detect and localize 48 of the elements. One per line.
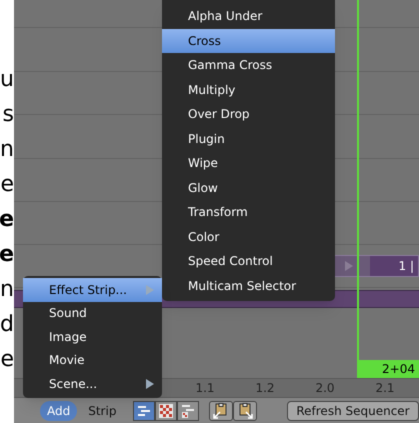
cut-off-letter: d [0, 311, 14, 339]
view-mode-button[interactable] [133, 400, 156, 420]
view-mode-button[interactable] [177, 400, 200, 420]
cut-off-letter: e [0, 346, 14, 374]
paste-button[interactable] [233, 400, 258, 420]
header-menu[interactable]: Strip [81, 400, 124, 420]
menu-item[interactable]: Wipe [162, 151, 335, 176]
cut-off-letter: e [0, 241, 14, 269]
ruler-label: 1.1 [194, 380, 216, 397]
cut-off-letter: s [2, 101, 14, 129]
cut-off-letter: e [0, 171, 14, 199]
menu-item[interactable]: Multicam Selector [162, 274, 335, 298]
clipboard-copy-icon [213, 402, 230, 418]
strip-label: 1 | [398, 258, 415, 275]
menu-item[interactable]: Cross [162, 28, 335, 53]
playhead-frame: 2+04 [358, 360, 419, 378]
ruler-label: 2.0 [314, 380, 336, 397]
view-mode-button[interactable] [155, 400, 178, 420]
submenu-arrow-icon [146, 284, 154, 295]
ruler-label: 1.2 [254, 380, 276, 397]
cut-off-letter: e [0, 206, 14, 234]
strips-checker-icon [181, 404, 196, 418]
menu-item[interactable]: Scene... [23, 372, 162, 396]
ruler-label: 2.1 [374, 380, 396, 397]
menu-item[interactable]: Multiply [162, 78, 335, 102]
copy-button[interactable] [209, 400, 234, 420]
play-triangle-icon [344, 261, 354, 271]
cut-off-letter: u [0, 66, 14, 94]
menu-item[interactable]: Effect Strip... [23, 278, 162, 302]
checker-icon [159, 404, 174, 418]
clipboard-paste-icon [237, 402, 254, 418]
menu-item[interactable]: Over Drop [162, 102, 335, 126]
header-menu[interactable]: Add [40, 400, 78, 420]
menu-item[interactable]: Sound [23, 302, 162, 325]
submenu-arrow-icon [146, 378, 154, 389]
refresh-sequencer-button[interactable]: Refresh Sequencer [287, 400, 419, 420]
menu-item[interactable]: Gamma Cross [162, 53, 335, 78]
menu-item[interactable]: Color [162, 224, 335, 249]
menu-item[interactable]: Glow [162, 176, 335, 200]
cut-off-letter: n [0, 136, 14, 164]
menu-item[interactable]: Image [23, 325, 162, 348]
menu-item[interactable]: Speed Control [162, 249, 335, 274]
menu-item[interactable]: Movie [23, 348, 162, 372]
cut-off-letter: n [0, 276, 14, 304]
menu-item[interactable]: Transform [162, 200, 335, 224]
menu-item[interactable]: Alpha Under [162, 4, 335, 28]
strips-icon [138, 406, 150, 416]
menu-item[interactable]: Plugin [162, 126, 335, 151]
